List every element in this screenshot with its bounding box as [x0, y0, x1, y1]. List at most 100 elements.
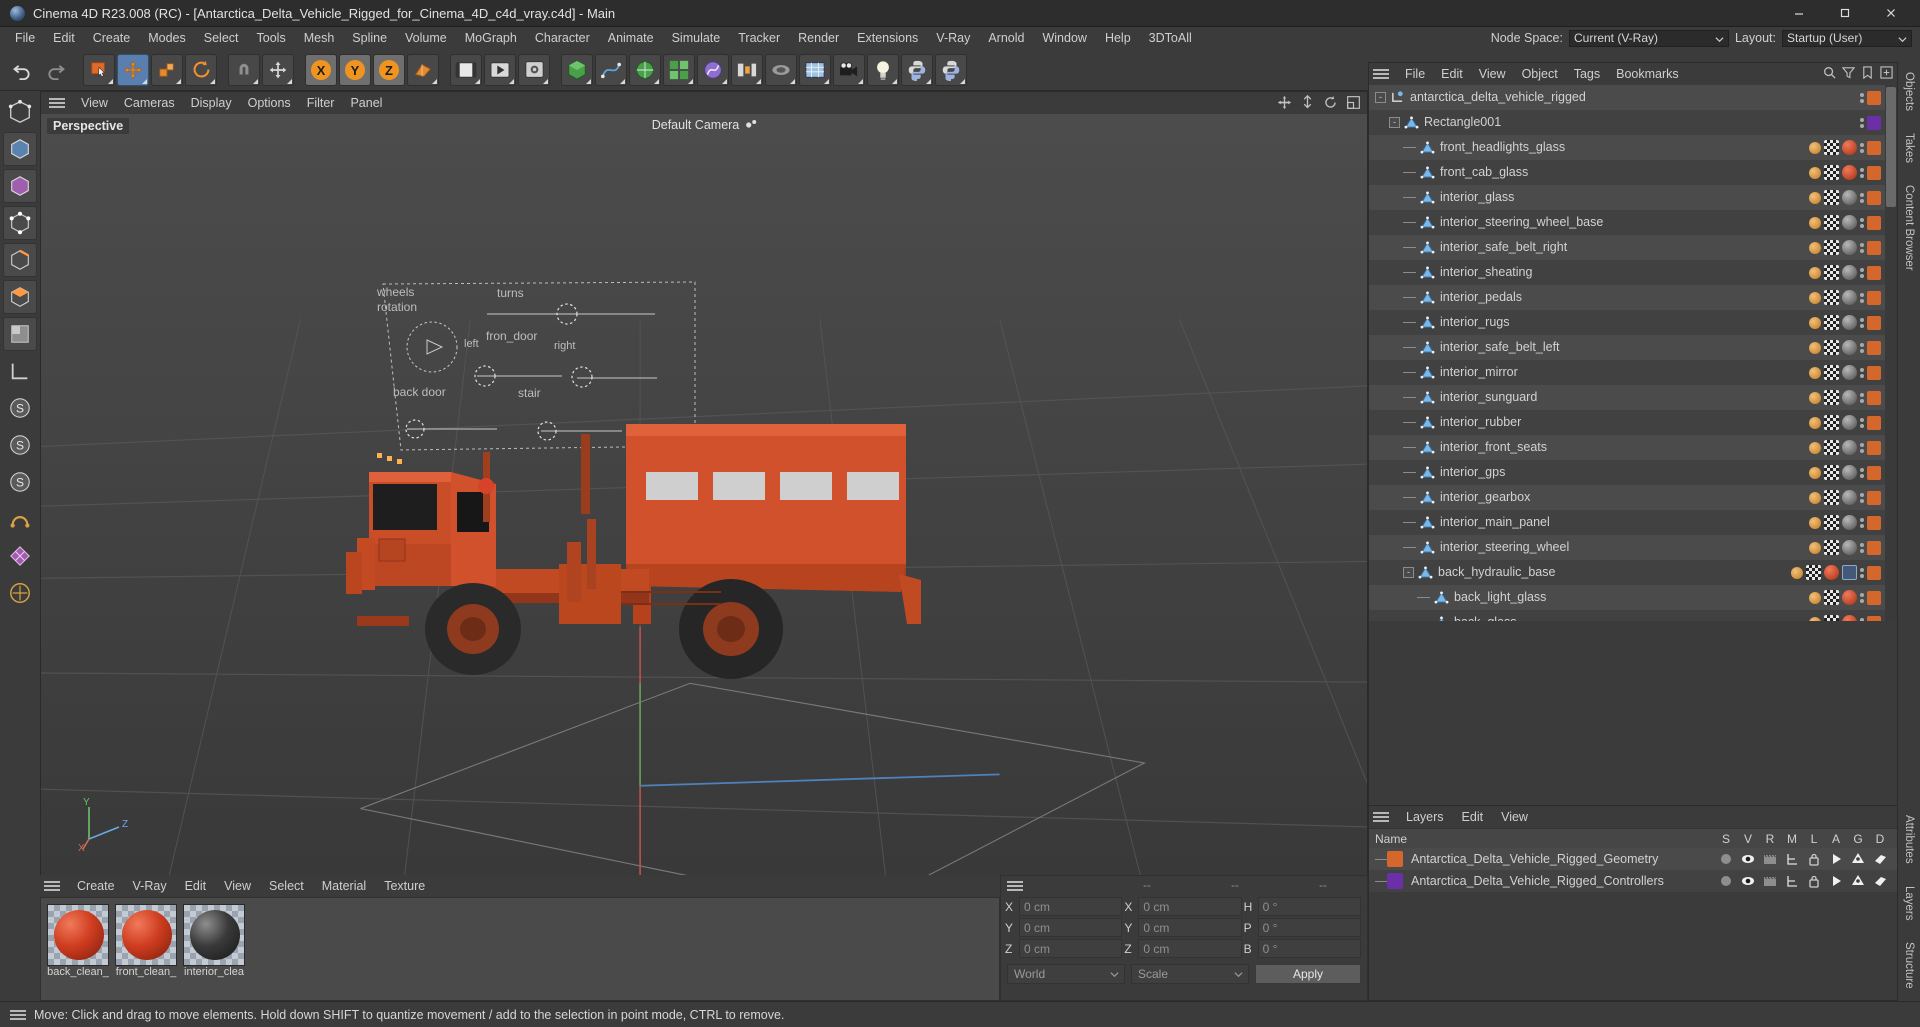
python-tag-button[interactable] — [935, 53, 967, 86]
phong-tag-icon[interactable] — [1809, 141, 1821, 154]
menu-file[interactable]: File — [6, 29, 44, 47]
size-x-input[interactable]: 0 cm — [1138, 897, 1242, 916]
texture-tag-icon[interactable] — [1824, 190, 1839, 205]
texture-tag-icon[interactable] — [1824, 265, 1839, 280]
pos-x-input[interactable]: 0 cm — [1019, 897, 1123, 916]
viewport-menu-view[interactable]: View — [73, 94, 116, 112]
object-tree-row[interactable]: - Rectangle001 — [1369, 110, 1885, 135]
layer-color-swatch[interactable] — [1867, 415, 1881, 430]
material-item[interactable]: interior_clea — [183, 904, 245, 994]
deformer-toggle[interactable] — [1869, 852, 1891, 866]
phong-tag-icon[interactable] — [1809, 491, 1821, 504]
texture-tag-icon[interactable] — [1824, 290, 1839, 305]
texture-tag-icon[interactable] — [1824, 515, 1839, 530]
object-panel-menu-icon[interactable] — [1373, 69, 1389, 79]
coordinates-panel-menu-icon[interactable] — [1007, 881, 1095, 891]
texture-tag-icon[interactable] — [1806, 565, 1821, 580]
texture-tag-icon[interactable] — [1824, 365, 1839, 380]
snap-button-b[interactable]: S — [3, 428, 37, 462]
axis-x-button[interactable]: X — [305, 53, 337, 86]
visibility-dots-toggle[interactable] — [1860, 542, 1864, 553]
texture-tag-icon[interactable] — [1824, 440, 1839, 455]
phong-tag-icon[interactable] — [1809, 266, 1821, 279]
layers-menu-view[interactable]: View — [1492, 808, 1537, 826]
texture-tag-icon[interactable] — [1824, 590, 1839, 605]
xpresso-tag-icon[interactable] — [1842, 565, 1857, 580]
viewport-canvas[interactable]: wheels rotation turns fron_door left rig… — [41, 114, 1367, 911]
material-tag-icon[interactable] — [1842, 215, 1857, 230]
tab-layers[interactable]: Layers — [1901, 882, 1917, 925]
material-item[interactable]: back_clean_ — [47, 904, 109, 994]
coordinate-space-select[interactable]: World — [1007, 964, 1125, 984]
tab-attributes[interactable]: Attributes — [1901, 811, 1917, 868]
material-panel-menu-icon[interactable] — [44, 881, 60, 891]
tab-objects[interactable]: Objects — [1901, 68, 1917, 115]
cube-primitive-button[interactable] — [561, 53, 593, 86]
material-tag-icon[interactable] — [1842, 490, 1857, 505]
visibility-dots-toggle[interactable] — [1860, 392, 1864, 403]
world-axis-button[interactable] — [407, 53, 439, 86]
material-tag-icon[interactable] — [1842, 465, 1857, 480]
layer-color-swatch[interactable] — [1387, 873, 1403, 889]
rot-p-input[interactable]: 0 ° — [1257, 918, 1361, 937]
object-tree-row[interactable]: front_headlights_glass — [1369, 135, 1885, 160]
object-tree-row[interactable]: interior_safe_belt_right — [1369, 235, 1885, 260]
object-tree-scrollbar[interactable] — [1885, 85, 1897, 621]
array-button[interactable] — [663, 53, 695, 86]
snap-button-c[interactable]: S — [3, 465, 37, 499]
generator-toggle[interactable] — [1847, 874, 1869, 888]
object-menu-view[interactable]: View — [1471, 65, 1514, 83]
menu-simulate[interactable]: Simulate — [663, 29, 730, 47]
visibility-dots-toggle[interactable] — [1860, 217, 1864, 228]
layers-menu-layers[interactable]: Layers — [1397, 808, 1453, 826]
layer-color-swatch[interactable] — [1867, 465, 1881, 480]
object-tree-row[interactable]: interior_rugs — [1369, 310, 1885, 335]
material-tag-icon[interactable] — [1842, 265, 1857, 280]
material-thumbnail[interactable] — [47, 904, 109, 966]
solo-toggle[interactable] — [1715, 874, 1737, 888]
layer-color-swatch[interactable] — [1867, 140, 1881, 155]
workplane-mode-button[interactable] — [3, 354, 37, 388]
material-menu-edit[interactable]: Edit — [176, 877, 216, 895]
object-tree-row[interactable]: - antarctica_delta_vehicle_rigged — [1369, 85, 1885, 110]
visibility-dots-toggle[interactable] — [1860, 617, 1864, 621]
phong-tag-icon[interactable] — [1809, 241, 1821, 254]
material-menu-create[interactable]: Create — [68, 877, 124, 895]
phong-tag-icon[interactable] — [1809, 391, 1821, 404]
quantize-button[interactable] — [3, 502, 37, 536]
object-tree-row[interactable]: back_glass — [1369, 610, 1885, 621]
texture-tag-icon[interactable] — [1824, 315, 1839, 330]
object-tree-row[interactable]: interior_safe_belt_left — [1369, 335, 1885, 360]
texture-mode-button[interactable] — [3, 169, 37, 203]
visibility-dots-toggle[interactable] — [1860, 592, 1864, 603]
layer-row[interactable]: Antarctica_Delta_Vehicle_Rigged_Geometry — [1369, 848, 1897, 870]
scrollbar-thumb[interactable] — [1886, 87, 1896, 207]
menu-animate[interactable]: Animate — [599, 29, 663, 47]
material-tag-icon[interactable] — [1824, 565, 1839, 580]
viewport-menu-filter[interactable]: Filter — [299, 94, 343, 112]
material-tag-icon[interactable] — [1842, 440, 1857, 455]
material-tag-icon[interactable] — [1842, 315, 1857, 330]
model-mode-button[interactable] — [3, 132, 37, 166]
object-menu-bookmarks[interactable]: Bookmarks — [1608, 65, 1687, 83]
live-selection-button[interactable] — [83, 53, 115, 86]
menu-volume[interactable]: Volume — [396, 29, 456, 47]
menu-spline[interactable]: Spline — [343, 29, 396, 47]
subdivision-surface-button[interactable] — [629, 53, 661, 86]
texture-tag-icon[interactable] — [1824, 540, 1839, 555]
object-tree-row[interactable]: interior_gps — [1369, 460, 1885, 485]
phong-tag-icon[interactable] — [1809, 416, 1821, 429]
layer-color-swatch[interactable] — [1867, 240, 1881, 255]
layer-color-swatch[interactable] — [1867, 190, 1881, 205]
render-settings-button[interactable] — [518, 53, 550, 86]
material-tag-icon[interactable] — [1842, 340, 1857, 355]
animation-toggle[interactable] — [1825, 874, 1847, 888]
viewport-menu-options[interactable]: Options — [240, 94, 299, 112]
object-menu-tags[interactable]: Tags — [1566, 65, 1608, 83]
texture-tag-icon[interactable] — [1824, 340, 1839, 355]
render-toggle[interactable] — [1759, 852, 1781, 866]
bookmark-icon[interactable] — [1861, 66, 1874, 79]
layer-color-swatch[interactable] — [1867, 615, 1881, 621]
texture-tag-icon[interactable] — [1824, 415, 1839, 430]
node-space-select[interactable]: Current (V-Ray) — [1568, 29, 1729, 47]
